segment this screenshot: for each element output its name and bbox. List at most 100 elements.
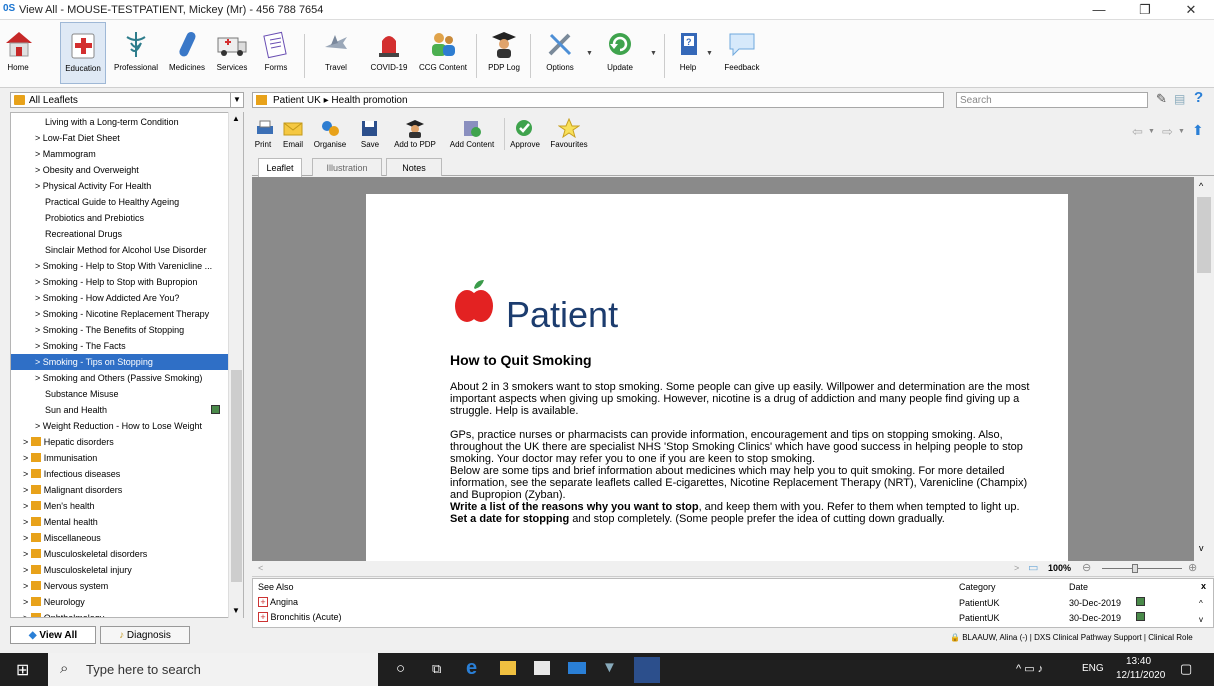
windows-start-icon[interactable]: ⊞ [16, 660, 29, 680]
cortana-icon[interactable]: ○ [396, 660, 405, 677]
forward-arrow-icon[interactable]: ⇨ [1162, 124, 1173, 140]
see-also-title[interactable]: Bronchitis (Acute) [271, 612, 342, 622]
expand-arrow-icon[interactable]: > [35, 357, 43, 367]
help-dropdown-icon[interactable]: ▼ [706, 50, 713, 57]
toolbar-travel-button[interactable]: Travel [316, 22, 356, 84]
zoom-out-icon[interactable]: ⊖ [1082, 561, 1091, 574]
expand-arrow-icon[interactable]: > [35, 421, 43, 431]
chevron-down-icon[interactable]: ▼ [230, 93, 243, 107]
scroll-up-icon[interactable]: ^ [1199, 181, 1203, 191]
restore-icon[interactable]: ❐ [1122, 0, 1168, 20]
toolbar-help-button[interactable]: ? Help [672, 22, 704, 84]
tray-icons[interactable]: ^ ▭ ♪ [1016, 662, 1043, 675]
toolbar-feedback-button[interactable]: Feedback [720, 22, 764, 84]
tree-item[interactable]: > Immunisation [11, 450, 229, 466]
category-header[interactable]: Category [959, 582, 996, 592]
tree-item[interactable]: > Smoking - The Facts [11, 338, 229, 354]
close-icon[interactable]: ✕ [1168, 0, 1214, 20]
mail-icon[interactable] [568, 662, 586, 674]
app-pin-icon[interactable]: ▼ [602, 659, 617, 676]
add-content-button[interactable]: Add Content [448, 116, 496, 149]
back-dropdown-icon[interactable]: ▼ [1148, 128, 1155, 135]
zoom-in-icon[interactable]: ⊕ [1188, 561, 1197, 574]
store-icon[interactable] [534, 661, 550, 675]
expand-arrow-icon[interactable]: > [23, 565, 31, 575]
approve-button[interactable]: Approve [508, 116, 542, 149]
scroll-up-icon[interactable]: ^ [1199, 599, 1203, 608]
breadcrumb-leaf[interactable]: Health promotion [331, 95, 407, 106]
tree-item[interactable]: Sinclair Method for Alcohol Use Disorder [11, 242, 229, 258]
tree-item[interactable]: > Men's health [11, 498, 229, 514]
expand-arrow-icon[interactable]: > [35, 309, 43, 319]
tree-item[interactable]: > Hepatic disorders [11, 434, 229, 450]
toolbar-covid-button[interactable]: COVID-19 [366, 22, 412, 84]
tree-scrollbar[interactable]: ▲ ▼ [228, 112, 243, 618]
expand-arrow-icon[interactable]: > [23, 581, 31, 591]
toolbar-services-button[interactable]: Services [212, 22, 252, 84]
notifications-icon[interactable]: ▢ [1180, 661, 1192, 677]
tree-item[interactable]: > Musculoskeletal disorders [11, 546, 229, 562]
forward-dropdown-icon[interactable]: ▼ [1178, 128, 1185, 135]
organise-button[interactable]: Organise [312, 116, 348, 149]
tab-illustration[interactable]: Illustration [312, 158, 382, 176]
scroll-down-icon[interactable]: ▼ [232, 606, 240, 615]
help-icon[interactable]: ? [1194, 89, 1203, 106]
minimize-icon[interactable]: — [1076, 0, 1122, 20]
expand-arrow-icon[interactable]: > [23, 485, 31, 495]
see-also-title[interactable]: Angina [270, 597, 298, 607]
tab-view-all[interactable]: ◆ View All [10, 626, 96, 644]
expand-arrow-icon[interactable]: > [35, 325, 43, 335]
toolbar-education-button[interactable]: Education [60, 22, 106, 84]
zoom-slider[interactable] [1102, 568, 1182, 569]
tree-item[interactable]: > Smoking and Others (Passive Smoking) [11, 370, 229, 386]
taskbar-search-box[interactable]: ⌕ Type here to search [48, 653, 378, 686]
tree-item[interactable]: > Low-Fat Diet Sheet [11, 130, 229, 146]
save-button[interactable]: Save [356, 116, 384, 149]
zoom-slider-thumb[interactable] [1132, 564, 1138, 573]
toolbar-ccg-content-button[interactable]: CCG Content [418, 22, 468, 84]
add-to-pdp-button[interactable]: Add to PDP [392, 116, 438, 149]
language-indicator[interactable]: ENG [1082, 663, 1104, 674]
tree-item[interactable]: > Ophthalmology [11, 610, 229, 617]
toolbar-update-button[interactable]: Update [598, 22, 642, 84]
document-viewer[interactable]: Patient How to Quit Smoking About 2 in 3… [252, 177, 1194, 561]
tree-item[interactable]: > Weight Reduction - How to Lose Weight [11, 418, 229, 434]
expand-arrow-icon[interactable]: > [23, 533, 31, 543]
tree-item[interactable]: Recreational Drugs [11, 226, 229, 242]
scroll-down-icon[interactable]: v [1199, 615, 1203, 624]
tree-item[interactable]: > Smoking - Nicotine Replacement Therapy [11, 306, 229, 322]
toolbar-medicines-button[interactable]: Medicines [166, 22, 208, 84]
tree-item[interactable]: > Nervous system [11, 578, 229, 594]
expand-arrow-icon[interactable]: > [35, 165, 43, 175]
close-icon[interactable]: x [1201, 581, 1206, 591]
tree-item[interactable]: > Smoking - How Addicted Are You? [11, 290, 229, 306]
expand-arrow-icon[interactable]: > [35, 277, 43, 287]
expand-arrow-icon[interactable]: > [23, 517, 31, 527]
search-input[interactable]: Search [956, 92, 1148, 108]
scroll-left-icon[interactable]: < [258, 563, 263, 573]
tree-item[interactable]: > Smoking - Help to Stop with Bupropion [11, 274, 229, 290]
task-view-icon[interactable]: ⧉ [432, 661, 441, 677]
expand-arrow-icon[interactable]: > [23, 501, 31, 511]
up-arrow-icon[interactable]: ⬆ [1192, 122, 1204, 139]
tree-item[interactable]: > Obesity and Overweight [11, 162, 229, 178]
toolbar-forms-button[interactable]: Forms [258, 22, 294, 84]
toolbar-options-button[interactable]: Options [538, 22, 582, 84]
tree-item[interactable]: > Neurology [11, 594, 229, 610]
clock-time[interactable]: 13:40 [1126, 656, 1151, 667]
expand-arrow-icon[interactable]: > [35, 133, 43, 143]
edge-icon[interactable]: e [466, 657, 477, 680]
expand-arrow-icon[interactable]: > [23, 453, 31, 463]
expand-arrow-icon[interactable]: > [23, 613, 31, 617]
tree-item[interactable]: > Musculoskeletal injury [11, 562, 229, 578]
tree-item[interactable]: > Smoking - Tips on Stopping [11, 354, 229, 370]
tree-item[interactable]: > Physical Activity For Health [11, 178, 229, 194]
tree-item[interactable]: > Mental health [11, 514, 229, 530]
email-button[interactable]: Email [280, 116, 306, 149]
expand-arrow-icon[interactable]: > [23, 597, 31, 607]
tree-item[interactable]: > Smoking - Help to Stop With Vareniclin… [11, 258, 229, 274]
expand-arrow-icon[interactable]: > [35, 373, 43, 383]
tree-item[interactable]: > Mammogram [11, 146, 229, 162]
breadcrumb-path[interactable]: Patient UK ▸ Health promotion [273, 95, 408, 106]
tree-item[interactable]: Living with a Long-term Condition [11, 114, 229, 130]
